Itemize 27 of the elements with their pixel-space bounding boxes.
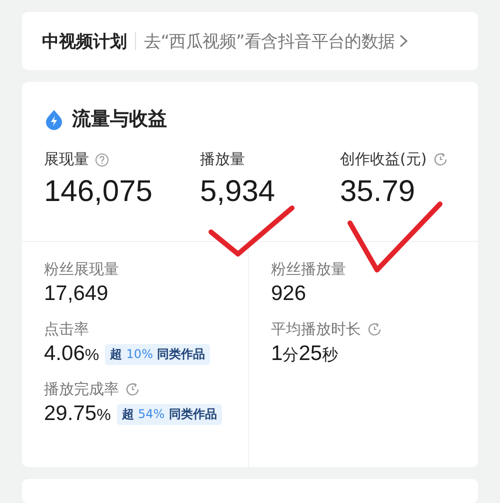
help-icon[interactable] xyxy=(95,152,109,166)
metric-value: 1分25秒 xyxy=(271,342,338,366)
comparison-badge: 超 10% 同类作品 xyxy=(105,344,210,364)
metric-label: 粉丝播放量 xyxy=(271,260,346,279)
refresh-icon[interactable] xyxy=(125,382,140,397)
metric-label: 创作收益(元) xyxy=(340,150,427,169)
metric-value: 17,649 xyxy=(44,282,108,306)
metric-label: 平均播放时长 xyxy=(271,320,361,339)
platform-data-link[interactable]: 去“西瓜视频”看含抖音平台的数据 xyxy=(144,30,408,52)
metric-value: 146,075 xyxy=(44,175,154,209)
refresh-icon[interactable] xyxy=(367,322,382,337)
metric-value: 926 xyxy=(271,282,306,306)
metric-value: 29.75% xyxy=(44,402,111,426)
metric-label: 粉丝展现量 xyxy=(44,260,119,279)
lightning-drop-icon xyxy=(44,108,64,130)
section-title: 流量与收益 xyxy=(72,107,167,132)
comparison-badge: 超 54% 同类作品 xyxy=(116,404,222,424)
chevron-right-icon xyxy=(398,34,408,48)
metric-label: 展现量 xyxy=(44,150,89,169)
metric-value: 4.06% xyxy=(44,342,100,366)
metric-value: 5,934 xyxy=(200,175,276,209)
plan-title: 中视频计划 xyxy=(42,30,127,52)
metric-value: 35.79 xyxy=(340,175,416,209)
metric-label: 播放量 xyxy=(200,150,245,169)
metric-label: 点击率 xyxy=(44,320,89,339)
metric-label: 播放完成率 xyxy=(44,380,119,399)
refresh-icon[interactable] xyxy=(432,152,448,167)
